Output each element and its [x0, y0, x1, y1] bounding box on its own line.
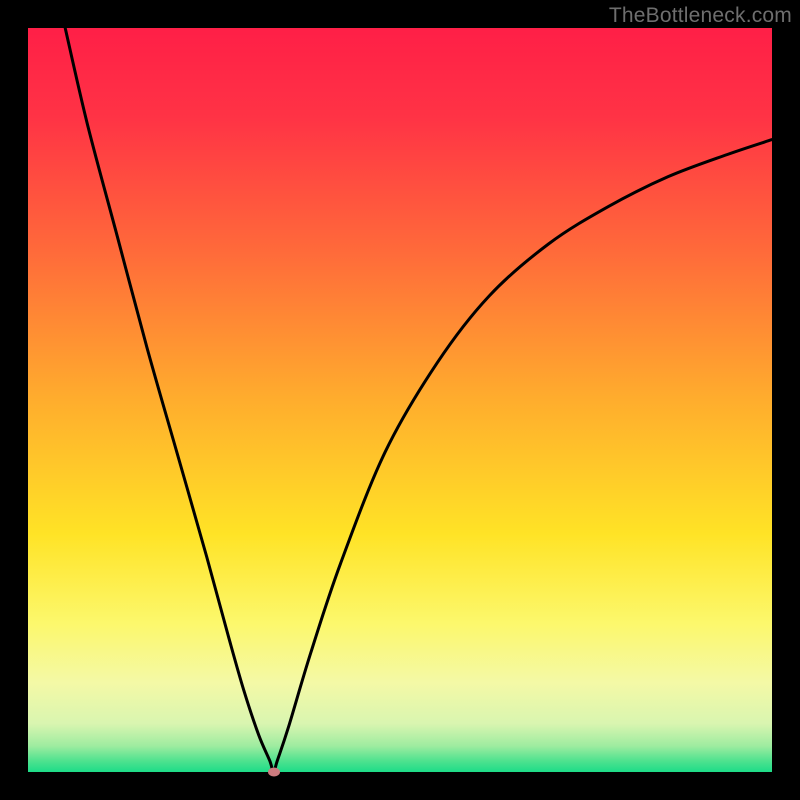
minimum-point-marker [268, 768, 280, 777]
chart-frame [28, 28, 772, 772]
bottleneck-curve [28, 28, 772, 772]
watermark-text: TheBottleneck.com [609, 4, 792, 28]
